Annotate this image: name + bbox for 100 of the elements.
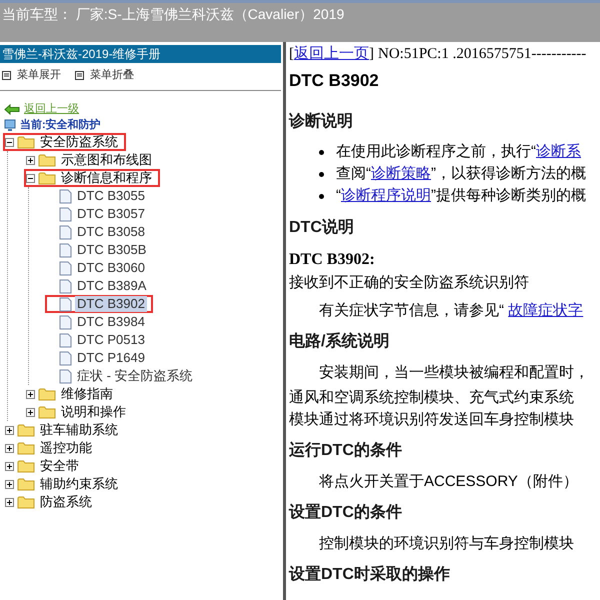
tree-item-label: 遥控功能 <box>39 440 93 456</box>
expand-icon[interactable] <box>5 426 14 434</box>
page-icon <box>59 368 72 384</box>
paragraph-line: 有关症状字节信息，请参见“ 故障症状字 <box>318 300 584 320</box>
list-icon <box>75 71 84 80</box>
folder-icon <box>38 387 56 401</box>
tree-item[interactable]: DTC B3060 <box>45 259 153 277</box>
page-icon <box>59 224 72 240</box>
tree-item-label: DTC P1649 <box>76 350 146 366</box>
page-icon <box>59 260 72 276</box>
page-title: DTC B3902 <box>289 70 380 92</box>
section-heading: 诊断说明 <box>289 112 354 132</box>
section-heading: 运行DTC的条件 <box>289 440 403 460</box>
tree-item-label: DTC P0513 <box>76 332 146 348</box>
tree-item[interactable]: 驻车辅助系统 <box>3 421 126 439</box>
bullet-icon <box>319 194 324 199</box>
folder-icon <box>17 477 35 491</box>
monitor-icon <box>4 118 16 132</box>
link[interactable]: 诊断程序说明 <box>341 187 431 204</box>
collapse-icon[interactable] <box>26 174 35 182</box>
folder-icon <box>17 459 35 473</box>
tree-item[interactable]: DTC B389A <box>45 277 154 295</box>
list-icon <box>2 71 11 80</box>
tree-item[interactable]: 安全带 <box>3 457 87 475</box>
tree-item-label: 维修指南 <box>60 386 114 402</box>
menu-button[interactable]: 菜单展开 <box>2 67 61 84</box>
expand-icon[interactable] <box>5 444 14 452</box>
menu-label: 菜单折叠 <box>90 68 134 84</box>
tree-item-label: 辅助约束系统 <box>39 476 119 492</box>
expand-icon[interactable] <box>26 390 35 398</box>
tree-item[interactable]: 维修指南 <box>24 385 121 403</box>
section-heading: 电路/系统说明 <box>289 331 390 352</box>
paragraph-line: 模块通过将环境识别符发送回车身控制模块 <box>289 410 575 430</box>
tree-item-label: DTC B3058 <box>76 224 146 240</box>
bullet-icon <box>319 172 324 177</box>
paragraph-line: 接收到不正确的安全防盗系统识别符 <box>289 272 530 292</box>
bullet-text: 查阅“诊断策略”，以获得诊断方法的概 <box>336 164 586 184</box>
link[interactable]: 故障症状字 <box>508 302 584 318</box>
tree-item-label: 症状 - 安全防盗系统 <box>76 368 194 384</box>
menu-label: 菜单展开 <box>17 68 61 84</box>
bracket-text: [ <box>289 45 294 64</box>
tree-item-label: 说明和操作 <box>60 404 127 420</box>
tree-item-label: DTC B3060 <box>76 260 146 276</box>
expand-icon[interactable] <box>26 156 35 164</box>
tree-item[interactable]: 诊断信息和程序 <box>24 169 160 187</box>
page-icon <box>59 206 72 222</box>
back-page-link[interactable]: 返回上一页 <box>294 44 369 64</box>
tree-item[interactable]: DTC P1649 <box>45 349 153 367</box>
bullet-text: 在使用此诊断程序之前，执行“诊断系 <box>336 142 581 162</box>
page-icon <box>59 332 72 348</box>
expand-icon[interactable] <box>5 498 14 506</box>
tree-item-label: 安全带 <box>39 458 80 474</box>
link[interactable]: 诊断策略 <box>371 165 431 182</box>
page-icon <box>59 188 72 204</box>
paragraph-line: 安装期间，当一些模块被编程和配置时， <box>318 362 590 382</box>
folder-icon <box>17 423 35 437</box>
tree-item[interactable]: 安全防盗系统 <box>3 133 126 151</box>
section-heading: 设置DTC的条件 <box>289 502 403 522</box>
tree-item[interactable]: 遥控功能 <box>3 439 100 457</box>
expand-icon[interactable] <box>5 462 14 470</box>
folder-icon <box>17 135 35 149</box>
tree-item[interactable]: 症状 - 安全防盗系统 <box>45 367 201 385</box>
tree-item[interactable]: 示意图和布线图 <box>24 151 160 169</box>
tree-item-label: 示意图和布线图 <box>60 152 153 168</box>
tree-item[interactable]: DTC B305B <box>45 241 154 259</box>
paragraph-line: 控制模块的环境识别符与车身控制模块 <box>318 534 575 554</box>
link[interactable]: 诊断系 <box>536 143 581 160</box>
collapse-icon[interactable] <box>5 138 14 146</box>
paragraph-line: 将点火开关置于ACCESSORY（附件） <box>318 472 579 492</box>
folder-icon <box>17 495 35 509</box>
tree-item[interactable]: 说明和操作 <box>24 403 134 421</box>
expand-icon[interactable] <box>5 480 14 488</box>
tree-item[interactable]: DTC B3055 <box>45 187 153 205</box>
current-location: 当前:安全和防护 <box>20 118 101 133</box>
back-arrow-icon <box>4 104 20 114</box>
section-heading: DTC说明 <box>289 218 355 238</box>
page-icon <box>59 314 72 330</box>
tree-item[interactable]: DTC B3057 <box>45 205 153 223</box>
page-icon <box>59 296 72 312</box>
tree-item-label: 防盗系统 <box>39 494 93 510</box>
expand-icon[interactable] <box>26 408 35 416</box>
page-icon <box>59 278 72 294</box>
tree-item[interactable]: DTC B3058 <box>45 223 153 241</box>
tree-item-label: DTC B3057 <box>76 206 146 222</box>
folder-icon <box>38 405 56 419</box>
tree-item[interactable]: DTC B3984 <box>45 313 153 331</box>
tree-item[interactable]: DTC B3902 <box>45 295 153 313</box>
tree-item[interactable]: 防盗系统 <box>3 493 100 511</box>
bullet-text: “诊断程序说明”提供每种诊断类别的概 <box>336 186 586 206</box>
bracket-text: ] <box>369 45 374 64</box>
tree-item-label: DTC B3902 <box>75 296 147 312</box>
tree-item[interactable]: 辅助约束系统 <box>3 475 126 493</box>
tree-item-label: DTC B389A <box>76 278 148 294</box>
tree-item-label: 诊断信息和程序 <box>60 170 153 186</box>
tree-item[interactable]: DTC P0513 <box>45 331 153 349</box>
doc-number: NO:51PC:1 .2016575751----------- <box>378 45 586 64</box>
top-bar-title: 当前车型： 厂家:S-上海雪佛兰科沃兹（Cavalier）2019 <box>2 5 346 24</box>
menu-button[interactable]: 菜单折叠 <box>75 67 134 84</box>
folder-icon <box>38 171 56 185</box>
tree-item-label: 驻车辅助系统 <box>39 422 119 438</box>
